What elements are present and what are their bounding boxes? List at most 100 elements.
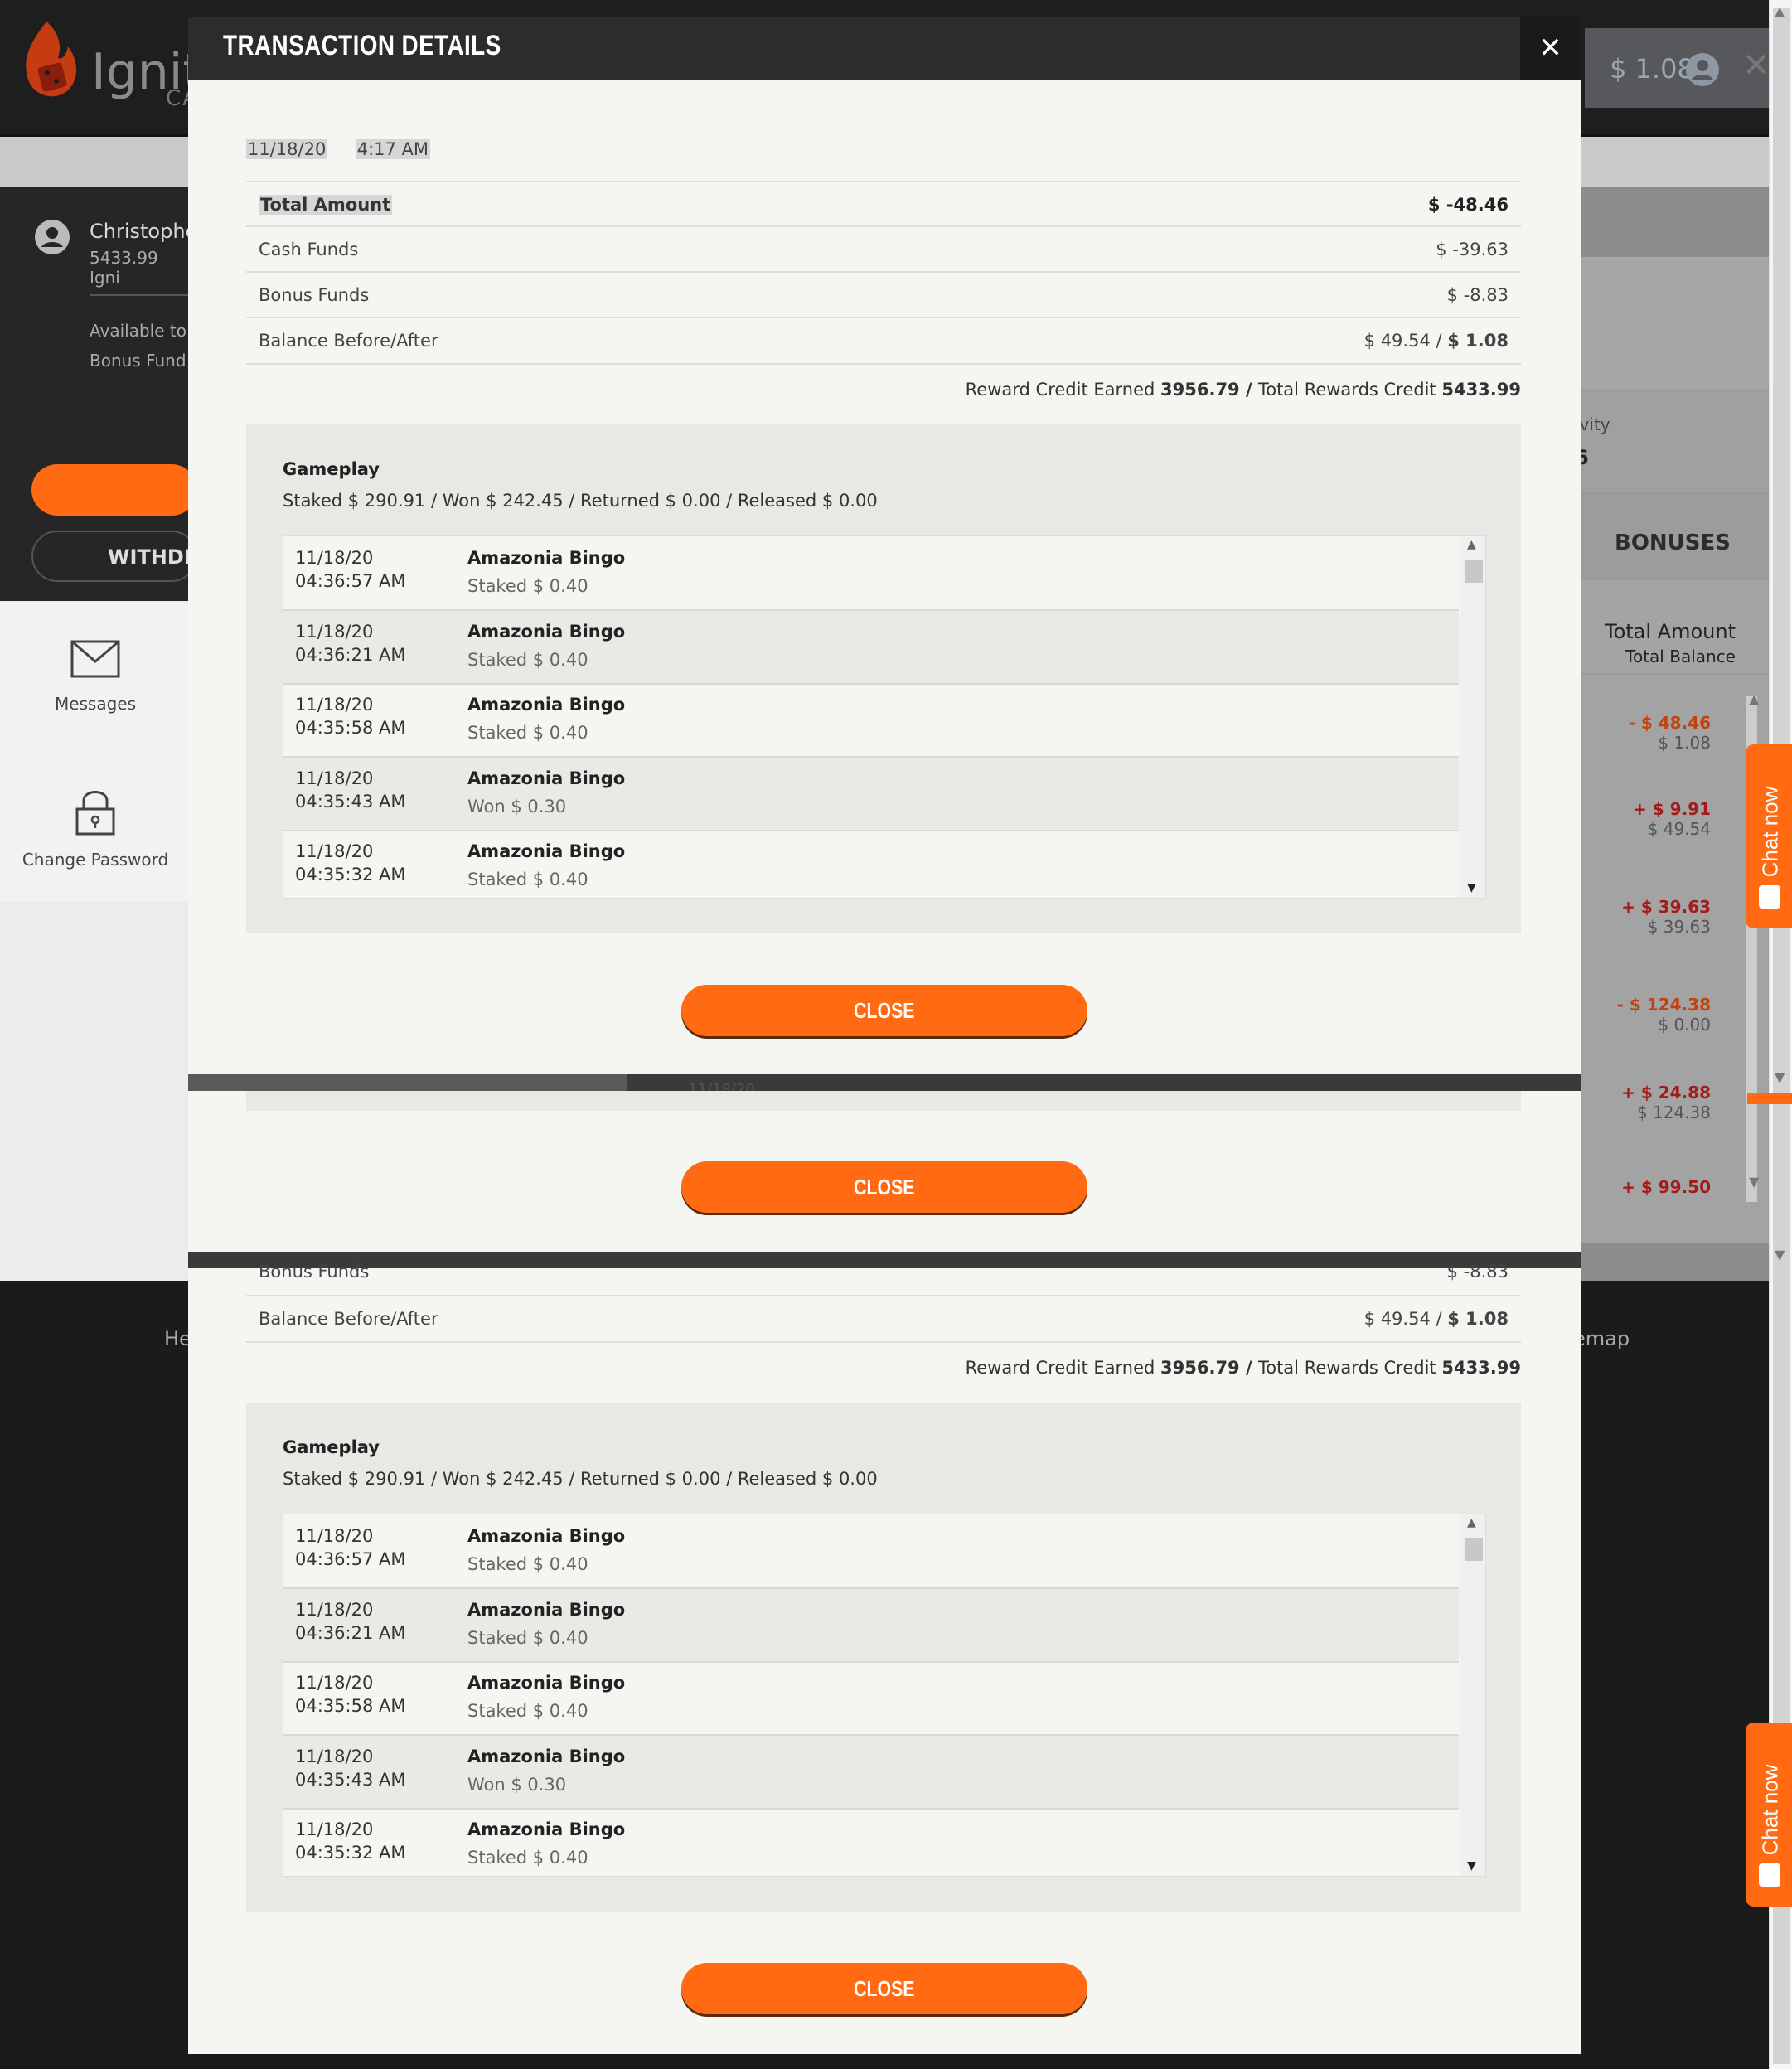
envelope-icon [70, 640, 120, 678]
chat-now-tab[interactable]: Chat now [1746, 744, 1792, 928]
table-scroll-down-icon[interactable]: ▼ [1749, 1174, 1759, 1190]
list-scrollbar[interactable]: ▲ ▼ [1460, 536, 1485, 898]
sidenav-change-password[interactable]: Change Password [0, 787, 191, 870]
close-button-label: CLOSE [854, 1976, 915, 2001]
transaction-amount-cell[interactable]: - $ 124.38 $ 0.00 [1573, 995, 1711, 1034]
summary-row-balance: Balance Before/After $ 49.54 / $ 1.08 [246, 1295, 1521, 1343]
total-amount-header: Total Amount [1605, 620, 1736, 643]
entry-date: 11/18/20 [295, 621, 374, 642]
scroll-up-icon[interactable]: ▲ [1467, 1516, 1476, 1529]
transaction-amount-cell[interactable]: + $ 24.88 $ 124.38 [1573, 1083, 1711, 1122]
entry-detail: Won $ 0.30 [467, 1774, 567, 1795]
gameplay-entry: 11/18/20 04:36:21 AM Amazonia Bingo Staked … [283, 609, 1459, 685]
transaction-amount-cell[interactable]: + $ 39.63 $ 39.63 [1573, 897, 1711, 937]
bonus-funds-label: Bonus Fund [90, 351, 186, 371]
reward-earned-value: 3956.79 [1160, 1358, 1240, 1378]
entry-time: 04:36:21 AM [295, 644, 406, 665]
transaction-datetime: 11/18/20 4:17 AM [246, 139, 431, 159]
gameplay-entry: 11/18/20 04:35:58 AM Amazonia Bingo Staked … [283, 1661, 1459, 1736]
close-button[interactable]: CLOSE [681, 1161, 1087, 1213]
reward-credit-line: Reward Credit Earned 3956.79 / Total Rew… [246, 380, 1521, 400]
scroll-down-icon[interactable]: ▼ [1467, 1859, 1476, 1873]
chat-tab-edge[interactable] [1747, 1093, 1792, 1104]
page-scroll-up-icon[interactable]: ▲ [1775, 3, 1785, 19]
balance-label: Balance Before/After [259, 1309, 438, 1329]
close-button-label: CLOSE [854, 998, 915, 1023]
close-button[interactable]: CLOSE [681, 1963, 1087, 2014]
header-close-icon[interactable]: ✕ [1742, 46, 1770, 85]
entry-time: 04:35:58 AM [295, 1696, 406, 1716]
gameplay-entry: 11/18/20 04:36:57 AM Amazonia Bingo Staked … [283, 1514, 1459, 1589]
header-balance: $ 1.08 [1610, 53, 1694, 85]
summary-row-bonus: Bonus Funds $ -8.83 [246, 271, 1521, 317]
list-scrollbar-thumb[interactable] [1465, 560, 1483, 583]
summary-row-bonus: Bonus Funds $ -8.83 [246, 1252, 1521, 1293]
footer-link-sitemap[interactable]: emap [1573, 1327, 1630, 1350]
balance-value: $ 49.54 / $ 1.08 [1364, 331, 1509, 351]
list-scrollbar-thumb[interactable] [1465, 1538, 1483, 1561]
reward-earned-label: Reward Credit Earned [965, 1358, 1161, 1378]
amount-value: + $ 24.88 [1621, 1083, 1711, 1102]
user-avatar-icon[interactable] [1684, 51, 1721, 88]
entry-time: 04:36:57 AM [295, 571, 406, 591]
scroll-up-icon[interactable]: ▲ [1467, 538, 1476, 551]
list-scrollbar[interactable]: ▲ ▼ [1460, 1514, 1485, 1876]
gameplay-entry: 11/18/20 04:36:57 AM Amazonia Bingo Staked … [283, 536, 1459, 611]
header-account-widget[interactable]: $ 1.08 ✕ [1585, 28, 1775, 108]
flame-dice-logo-icon[interactable] [22, 18, 81, 104]
transaction-amount-cell[interactable]: + $ 9.91 $ 49.54 [1573, 799, 1711, 839]
table-scroll-up-icon[interactable]: ▲ [1749, 691, 1759, 707]
balance-before: $ 49.54 / [1363, 1309, 1448, 1329]
gameplay-section-bottom [246, 1091, 1521, 1111]
balance-value: $ 124.38 [1636, 1102, 1711, 1122]
gameplay-entry: 11/18/20 04:35:43 AM Amazonia Bingo Won $ 0… [283, 1734, 1459, 1810]
gameplay-list[interactable]: 11/18/20 04:35:32 AM Amazonia Bingo Staked … [283, 535, 1486, 899]
bonus-funds-label: Bonus Funds [259, 1262, 370, 1282]
reward-total-label: Total Rewards Credit [1257, 380, 1442, 400]
modal-close-icon[interactable]: ✕ [1520, 17, 1581, 80]
transaction-amount-cell[interactable]: - $ 48.46 $ 1.08 [1573, 713, 1711, 753]
scroll-down-icon[interactable]: ▼ [1775, 1069, 1785, 1085]
chat-now-label: Chat now [1757, 1764, 1783, 1856]
cash-funds-value: $ -39.63 [1436, 240, 1509, 259]
change-password-label: Change Password [22, 850, 169, 870]
amount-value: - $ 124.38 [1616, 995, 1711, 1015]
footer-link-help[interactable]: He [164, 1327, 191, 1350]
deposit-button[interactable] [31, 464, 197, 516]
balance-after: $ 1.08 [1447, 1309, 1509, 1329]
reward-total-value: 5433.99 [1441, 380, 1521, 400]
gameplay-list[interactable]: 11/18/20 04:35:32 AM Amazonia Bingo Staked … [283, 1514, 1486, 1877]
scroll-down-icon[interactable]: ▼ [1467, 881, 1476, 894]
modal-title: TRANSACTION DETAILS [223, 30, 501, 61]
entry-detail: Staked $ 0.40 [467, 1554, 588, 1574]
sidenav-messages[interactable]: Messages [0, 640, 191, 714]
entry-date: 11/18/20 [295, 841, 374, 861]
tab-bonuses[interactable]: BONUSES [1615, 531, 1731, 555]
gameplay-entry: 11/18/20 04:35:43 AM Amazonia Bingo Won $ 0… [283, 756, 1459, 831]
balance-before: $ 49.54 / [1363, 331, 1448, 351]
summary-row-total: Total Amount $ -48.46 [246, 181, 1521, 227]
reward-points: 5433.99 Igni [90, 248, 158, 288]
balance-value: $ 39.63 [1647, 917, 1711, 937]
reward-sep: / [1239, 380, 1258, 400]
entry-detail: Staked $ 0.40 [467, 576, 588, 596]
withdraw-button[interactable]: WITHDRA [31, 531, 215, 582]
scroll-down-icon[interactable]: ▼ [1775, 1247, 1785, 1262]
amount-value: - $ 48.46 [1628, 713, 1711, 733]
available-label: Available to [90, 321, 186, 341]
transaction-amount-cell[interactable]: + $ 99.50 [1573, 1177, 1711, 1197]
total-balance-header: Total Balance [1625, 647, 1736, 666]
amount-value: + $ 9.91 [1633, 799, 1711, 819]
entry-date: 11/18/20 [295, 1599, 374, 1620]
balance-value: $ 49.54 / $ 1.08 [1364, 1309, 1509, 1329]
entry-detail: Staked $ 0.40 [467, 723, 588, 743]
reward-earned-value: 3956.79 [1160, 380, 1240, 400]
balance-value: $ 49.54 [1647, 819, 1711, 839]
gameplay-section: Gameplay Staked $ 290.91 / Won $ 242.45 … [246, 1403, 1521, 1912]
balance-value: $ 1.08 [1658, 733, 1711, 753]
chat-now-tab[interactable]: Chat now [1746, 1723, 1792, 1907]
close-button[interactable]: CLOSE [681, 985, 1087, 1036]
reward-total-label: Total Rewards Credit [1257, 1358, 1442, 1378]
lock-icon [75, 791, 115, 836]
entry-game: Amazonia Bingo [467, 768, 626, 788]
